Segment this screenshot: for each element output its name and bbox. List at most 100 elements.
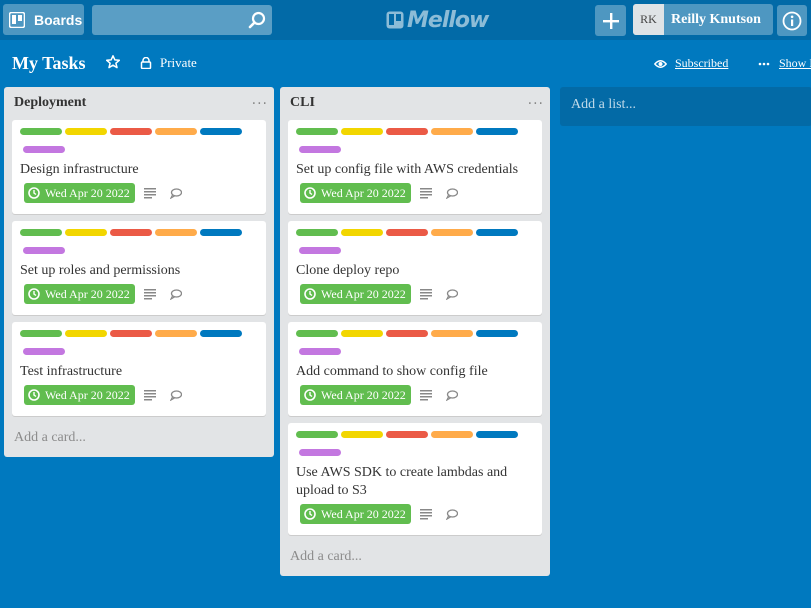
card[interactable]: Design infrastructure Wed Apr 20 2022 [12, 120, 266, 214]
label-orange [431, 330, 473, 337]
due-date-text: Wed Apr 20 2022 [321, 387, 406, 402]
boards-label: Boards [34, 11, 83, 28]
label-red [386, 128, 428, 135]
board-header: My Tasks Private Subscribed Show Menu [0, 41, 811, 85]
due-date-text: Wed Apr 20 2022 [321, 506, 406, 521]
card[interactable]: Set up config file with AWS credentials … [288, 120, 542, 214]
card-title: Test infrastructure [20, 364, 123, 379]
clock-icon [28, 389, 40, 401]
card[interactable]: Clone deploy repo Wed Apr 20 2022 [288, 221, 542, 315]
subscribed-button[interactable]: Subscribed [654, 56, 728, 71]
logo-text: Mellow [407, 7, 489, 33]
label-yellow [65, 330, 107, 337]
info-button[interactable] [777, 5, 807, 36]
show-menu-label: Show Menu [779, 56, 811, 70]
search-box[interactable] [92, 5, 272, 35]
label-blue [200, 229, 242, 236]
label-blue [476, 431, 518, 438]
label-purple [23, 247, 65, 254]
visibility-label: Private [160, 55, 197, 70]
label-yellow [341, 330, 383, 337]
label-purple [299, 247, 341, 254]
label-blue [200, 128, 242, 135]
comment-icon [445, 389, 458, 401]
card-badges: Wed Apr 20 2022 [300, 385, 458, 405]
card-badges: Wed Apr 20 2022 [24, 183, 182, 203]
card[interactable]: Set up roles and permissions Wed Apr 20 … [12, 221, 266, 315]
card-title: Add command to show config file [296, 364, 488, 379]
search-icon[interactable] [248, 11, 266, 34]
boards-button[interactable]: Boards [3, 4, 84, 35]
due-date-badge[interactable]: Wed Apr 20 2022 [300, 284, 411, 304]
label-blue [476, 128, 518, 135]
clock-icon [304, 508, 316, 520]
comment-icon [169, 187, 182, 199]
card-title: Clone deploy repo [296, 263, 400, 278]
add-list-button[interactable]: Add a list... [560, 87, 811, 126]
due-date-badge[interactable]: Wed Apr 20 2022 [24, 385, 135, 405]
logo-icon [386, 11, 404, 29]
label-purple [23, 146, 65, 153]
list-title[interactable]: CLI [290, 95, 315, 111]
show-menu-button[interactable]: Show Menu [758, 56, 811, 71]
description-icon [143, 187, 156, 199]
card-title: Set up config file with AWS credentials [296, 162, 519, 177]
label-green [296, 229, 338, 236]
label-red [110, 330, 152, 337]
label-red [386, 229, 428, 236]
card[interactable]: Test infrastructure Wed Apr 20 2022 [12, 322, 266, 416]
list-cli: CLI ··· Set up config file with AWS cred… [280, 87, 550, 576]
search-input[interactable] [92, 5, 272, 35]
card[interactable]: Add command to show config file Wed Apr … [288, 322, 542, 416]
label-green [20, 330, 62, 337]
list-title[interactable]: Deployment [14, 95, 86, 111]
label-blue [200, 330, 242, 337]
label-green [296, 128, 338, 135]
list-menu-icon[interactable]: ··· [528, 96, 544, 112]
label-purple [299, 449, 341, 456]
clock-icon [304, 187, 316, 199]
label-yellow [65, 229, 107, 236]
label-blue [476, 229, 518, 236]
due-date-badge[interactable]: Wed Apr 20 2022 [300, 183, 411, 203]
clock-icon [28, 187, 40, 199]
due-date-text: Wed Apr 20 2022 [321, 286, 406, 301]
label-blue [476, 330, 518, 337]
card[interactable]: Use AWS SDK to create lambdas and upload… [288, 423, 542, 535]
label-yellow [65, 128, 107, 135]
description-icon [419, 389, 432, 401]
add-card-link[interactable]: Add a card... [14, 430, 86, 446]
visibility-button[interactable]: Private [140, 55, 197, 71]
due-date-badge[interactable]: Wed Apr 20 2022 [300, 504, 411, 524]
description-icon [419, 508, 432, 520]
label-purple [299, 348, 341, 355]
due-date-text: Wed Apr 20 2022 [45, 387, 130, 402]
label-green [296, 431, 338, 438]
due-date-badge[interactable]: Wed Apr 20 2022 [300, 385, 411, 405]
lock-icon [140, 57, 152, 69]
avatar: RK [633, 4, 664, 35]
card-title: Use AWS SDK to create lambdas and upload… [296, 465, 508, 498]
label-yellow [341, 229, 383, 236]
label-orange [155, 229, 197, 236]
label-orange [431, 229, 473, 236]
add-card-link[interactable]: Add a card... [290, 549, 362, 565]
add-button[interactable] [595, 5, 626, 36]
app-logo[interactable]: Mellow [386, 7, 489, 33]
comment-icon [445, 508, 458, 520]
label-purple [23, 348, 65, 355]
due-date-badge[interactable]: Wed Apr 20 2022 [24, 183, 135, 203]
due-date-badge[interactable]: Wed Apr 20 2022 [24, 284, 135, 304]
info-icon [782, 11, 802, 30]
top-bar: Boards Mellow RK Reilly Knutson [0, 0, 811, 40]
card-title: Design infrastructure [20, 162, 139, 177]
board-title[interactable]: My Tasks [12, 53, 86, 74]
label-red [386, 330, 428, 337]
list-menu-icon[interactable]: ··· [252, 96, 268, 112]
comment-icon [445, 288, 458, 300]
label-red [110, 229, 152, 236]
eye-icon [654, 59, 667, 68]
star-icon[interactable] [105, 55, 121, 74]
label-orange [155, 128, 197, 135]
user-menu-button[interactable]: RK Reilly Knutson [633, 4, 773, 35]
